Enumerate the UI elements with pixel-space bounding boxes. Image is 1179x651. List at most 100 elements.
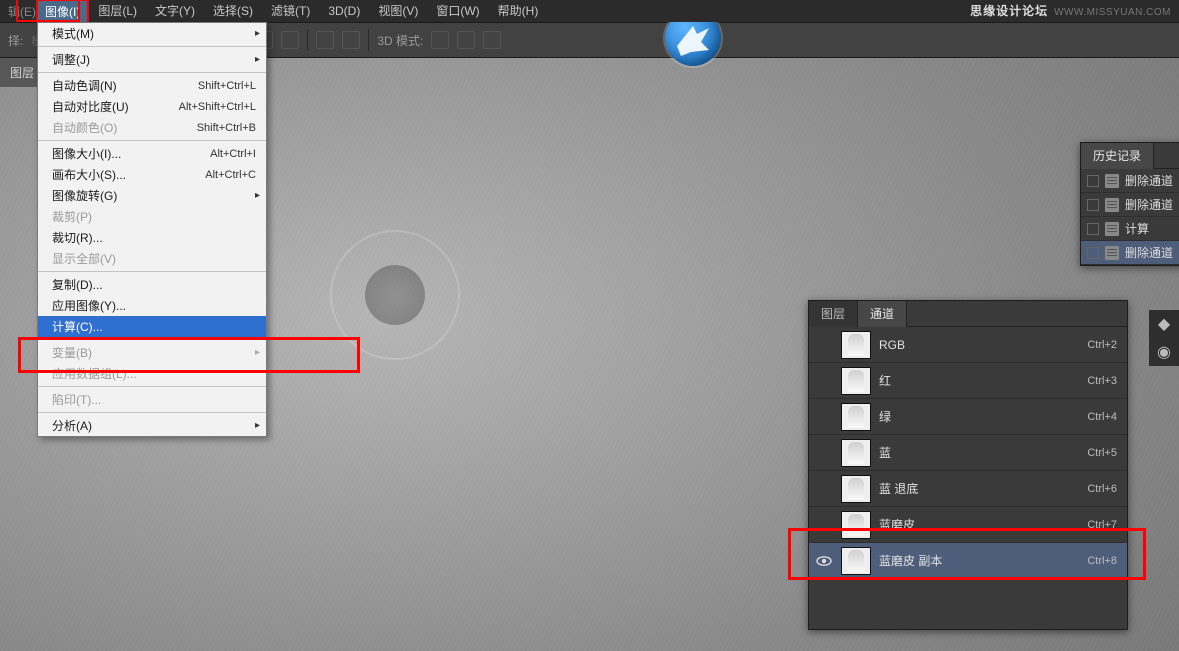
channel-shortcut: Ctrl+8 (1087, 555, 1117, 567)
channel-row[interactable]: 绿Ctrl+4 (809, 399, 1127, 435)
history-checkbox[interactable] (1087, 247, 1099, 259)
menu-row-label: 图像旋转(G) (52, 187, 256, 204)
channels-bottom (809, 579, 1127, 629)
3d-icon[interactable] (457, 31, 475, 49)
history-row[interactable]: 删除通道 (1081, 241, 1179, 265)
menu-row[interactable]: 应用图像(Y)... (38, 295, 266, 316)
menu-row[interactable]: 调整(J) (38, 49, 266, 70)
menu-row[interactable]: 画布大小(S)...Alt+Ctrl+C (38, 164, 266, 185)
menu-item-2[interactable]: 文字(Y) (146, 0, 204, 22)
channels-titlebar: 图层 通道 (809, 301, 1127, 327)
channel-row[interactable]: 红Ctrl+3 (809, 363, 1127, 399)
channel-row[interactable]: 蓝磨皮 Ctrl+7 (809, 507, 1127, 543)
document-icon (1105, 246, 1119, 260)
history-titlebar: 历史记录 (1081, 143, 1179, 169)
menu-item-0[interactable]: 图像(I) (36, 0, 89, 23)
menu-item-1[interactable]: 图层(L) (89, 0, 146, 22)
menu-row[interactable]: 图像旋转(G) (38, 185, 266, 206)
brand-text: 思缘设计论坛 (970, 2, 1048, 19)
channel-shortcut: Ctrl+6 (1087, 483, 1117, 495)
channel-name: 绿 (879, 408, 1079, 425)
menu-item-7[interactable]: 窗口(W) (427, 0, 488, 22)
visibility-toggle[interactable] (815, 372, 833, 390)
channel-row[interactable]: RGBCtrl+2 (809, 327, 1127, 363)
right-dock: ◆ ◉ (1149, 310, 1179, 366)
channel-name: 蓝磨皮 (879, 516, 1079, 533)
menu-row-label: 自动颜色(O) (52, 119, 197, 136)
brand: 思缘设计论坛 WWW.MISSYUAN.COM (970, 2, 1171, 19)
menu-row[interactable]: 模式(M) (38, 23, 266, 44)
menu-row: 变量(B) (38, 342, 266, 363)
document-icon (1105, 198, 1119, 212)
dist-icon[interactable] (281, 31, 299, 49)
history-row[interactable]: 删除通道 (1081, 193, 1179, 217)
channels-icon[interactable]: ◉ (1154, 344, 1174, 360)
menu-row-shortcut: Alt+Ctrl+C (205, 169, 256, 181)
menu-row-label: 显示全部(V) (52, 250, 256, 267)
menu-row[interactable]: 计算(C)... (38, 316, 266, 337)
channel-row[interactable]: 蓝Ctrl+5 (809, 435, 1127, 471)
menu-row[interactable]: 分析(A) (38, 415, 266, 436)
tab-channels[interactable]: 通道 (858, 301, 907, 327)
menu-item-4[interactable]: 滤镜(T) (262, 0, 319, 22)
channel-thumbnail (841, 403, 871, 431)
history-row-label: 计算 (1125, 220, 1149, 237)
menu-row-label: 自动色调(N) (52, 77, 198, 94)
menu-row-label: 裁剪(P) (52, 208, 256, 225)
channel-thumbnail (841, 475, 871, 503)
history-tab[interactable]: 历史记录 (1081, 143, 1154, 169)
menu-row-label: 图像大小(I)... (52, 145, 210, 162)
channel-thumbnail (841, 547, 871, 575)
history-row-label: 删除通道 (1125, 196, 1173, 213)
visibility-toggle[interactable] (815, 480, 833, 498)
menu-row-label: 陷印(T)... (52, 391, 256, 408)
channel-name: 蓝 退底 (879, 480, 1079, 497)
channel-row[interactable]: 蓝 退底 Ctrl+6 (809, 471, 1127, 507)
channel-row[interactable]: 蓝磨皮 副本Ctrl+8 (809, 543, 1127, 579)
visibility-toggle[interactable] (815, 444, 833, 462)
canvas-mark (365, 265, 425, 325)
history-row-label: 删除通道 (1125, 172, 1173, 189)
channel-name: 蓝 (879, 444, 1079, 461)
menu-row[interactable]: 自动色调(N)Shift+Ctrl+L (38, 75, 266, 96)
history-row[interactable]: 删除通道 (1081, 169, 1179, 193)
menu-item-6[interactable]: 视图(V) (369, 0, 427, 22)
menu-item-3[interactable]: 选择(S) (204, 0, 262, 22)
menu-row-shortcut: Shift+Ctrl+L (198, 80, 256, 92)
menu-row[interactable]: 自动对比度(U)Alt+Shift+Ctrl+L (38, 96, 266, 117)
history-checkbox[interactable] (1087, 199, 1099, 211)
3d-icon[interactable] (431, 31, 449, 49)
layers-icon[interactable]: ◆ (1154, 316, 1174, 332)
menu-row[interactable]: 复制(D)... (38, 274, 266, 295)
menu-row-label: 调整(J) (52, 51, 256, 68)
history-row[interactable]: 计算 (1081, 217, 1179, 241)
menu-item-5[interactable]: 3D(D) (319, 0, 369, 22)
3d-icon[interactable] (483, 31, 501, 49)
menubar-trunc: 辑(E) (0, 3, 36, 20)
history-checkbox[interactable] (1087, 223, 1099, 235)
menu-row: 自动颜色(O)Shift+Ctrl+B (38, 117, 266, 138)
menu-row-label: 自动对比度(U) (52, 98, 179, 115)
options-left: 择: (8, 32, 23, 49)
menu-row: 陷印(T)... (38, 389, 266, 410)
menu-row[interactable]: 裁切(R)... (38, 227, 266, 248)
dist-icon[interactable] (316, 31, 334, 49)
menu-row: 显示全部(V) (38, 248, 266, 269)
history-checkbox[interactable] (1087, 175, 1099, 187)
menu-item-8[interactable]: 帮助(H) (489, 0, 548, 22)
history-panel: 历史记录 删除通道删除通道计算删除通道 (1080, 142, 1179, 266)
channel-thumbnail (841, 439, 871, 467)
menu-row-label: 裁切(R)... (52, 229, 256, 246)
dist-icon[interactable] (342, 31, 360, 49)
channel-thumbnail (841, 367, 871, 395)
tab-layers[interactable]: 图层 (809, 301, 858, 327)
visibility-toggle[interactable] (815, 336, 833, 354)
visibility-toggle[interactable] (815, 552, 833, 570)
channel-shortcut: Ctrl+7 (1087, 519, 1117, 531)
visibility-toggle[interactable] (815, 516, 833, 534)
menu-row[interactable]: 图像大小(I)...Alt+Ctrl+I (38, 143, 266, 164)
visibility-toggle[interactable] (815, 408, 833, 426)
channel-thumbnail (841, 331, 871, 359)
brand-url: WWW.MISSYUAN.COM (1054, 7, 1171, 18)
menu-row-label: 分析(A) (52, 417, 256, 434)
